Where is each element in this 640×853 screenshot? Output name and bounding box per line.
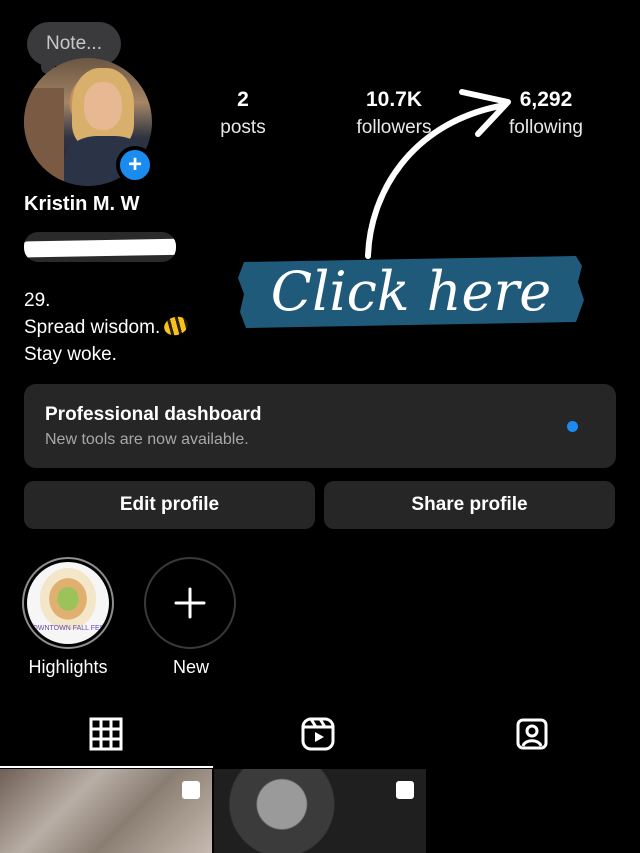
notification-dot-icon bbox=[567, 421, 578, 432]
dashboard-subtitle: New tools are now available. bbox=[45, 431, 249, 448]
bee-emoji-icon bbox=[162, 314, 191, 338]
grid-icon[interactable] bbox=[88, 716, 124, 752]
stat-posts[interactable]: 2 posts bbox=[178, 88, 308, 139]
profile-bio: 29. Spread wisdom. Stay woke. bbox=[24, 287, 191, 368]
redacted-pronouns bbox=[24, 232, 176, 262]
tagged-icon[interactable] bbox=[514, 716, 550, 752]
highlight-cover: DOWNTOWN FALL FEST bbox=[27, 562, 109, 644]
reels-icon[interactable] bbox=[300, 716, 336, 752]
post-thumbnail[interactable] bbox=[0, 769, 212, 853]
click-here-banner: Click here bbox=[238, 256, 584, 328]
stat-posts-label: posts bbox=[220, 117, 266, 138]
new-highlight-label: New bbox=[172, 657, 209, 677]
bio-line: Stay woke. bbox=[24, 344, 117, 365]
highlight-label: Highlights bbox=[28, 657, 108, 677]
profile-name: Kristin M. W bbox=[24, 193, 140, 215]
new-highlight-button[interactable] bbox=[144, 557, 236, 649]
click-here-text: Click here bbox=[271, 260, 552, 323]
bio-line: Spread wisdom. bbox=[24, 317, 161, 338]
post-thumbnail[interactable] bbox=[214, 769, 426, 853]
share-profile-button[interactable]: Share profile bbox=[324, 481, 615, 529]
arrow-annotation-icon bbox=[365, 89, 511, 259]
professional-dashboard-card[interactable]: Professional dashboard New tools are now… bbox=[24, 384, 616, 468]
plus-icon bbox=[174, 587, 206, 619]
highlight-caption: DOWNTOWN FALL FEST bbox=[27, 625, 109, 632]
note-text: Note... bbox=[46, 33, 102, 54]
dashboard-title: Professional dashboard bbox=[45, 404, 262, 425]
multiple-photos-icon bbox=[182, 781, 200, 799]
stat-posts-value: 2 bbox=[237, 88, 249, 111]
bio-line: 29. bbox=[24, 290, 51, 311]
multiple-photos-icon bbox=[396, 781, 414, 799]
highlight-item[interactable]: DOWNTOWN FALL FEST bbox=[22, 557, 114, 649]
add-story-plus-icon[interactable]: + bbox=[116, 146, 154, 184]
active-tab-indicator bbox=[0, 766, 213, 768]
edit-profile-button[interactable]: Edit profile bbox=[24, 481, 315, 529]
